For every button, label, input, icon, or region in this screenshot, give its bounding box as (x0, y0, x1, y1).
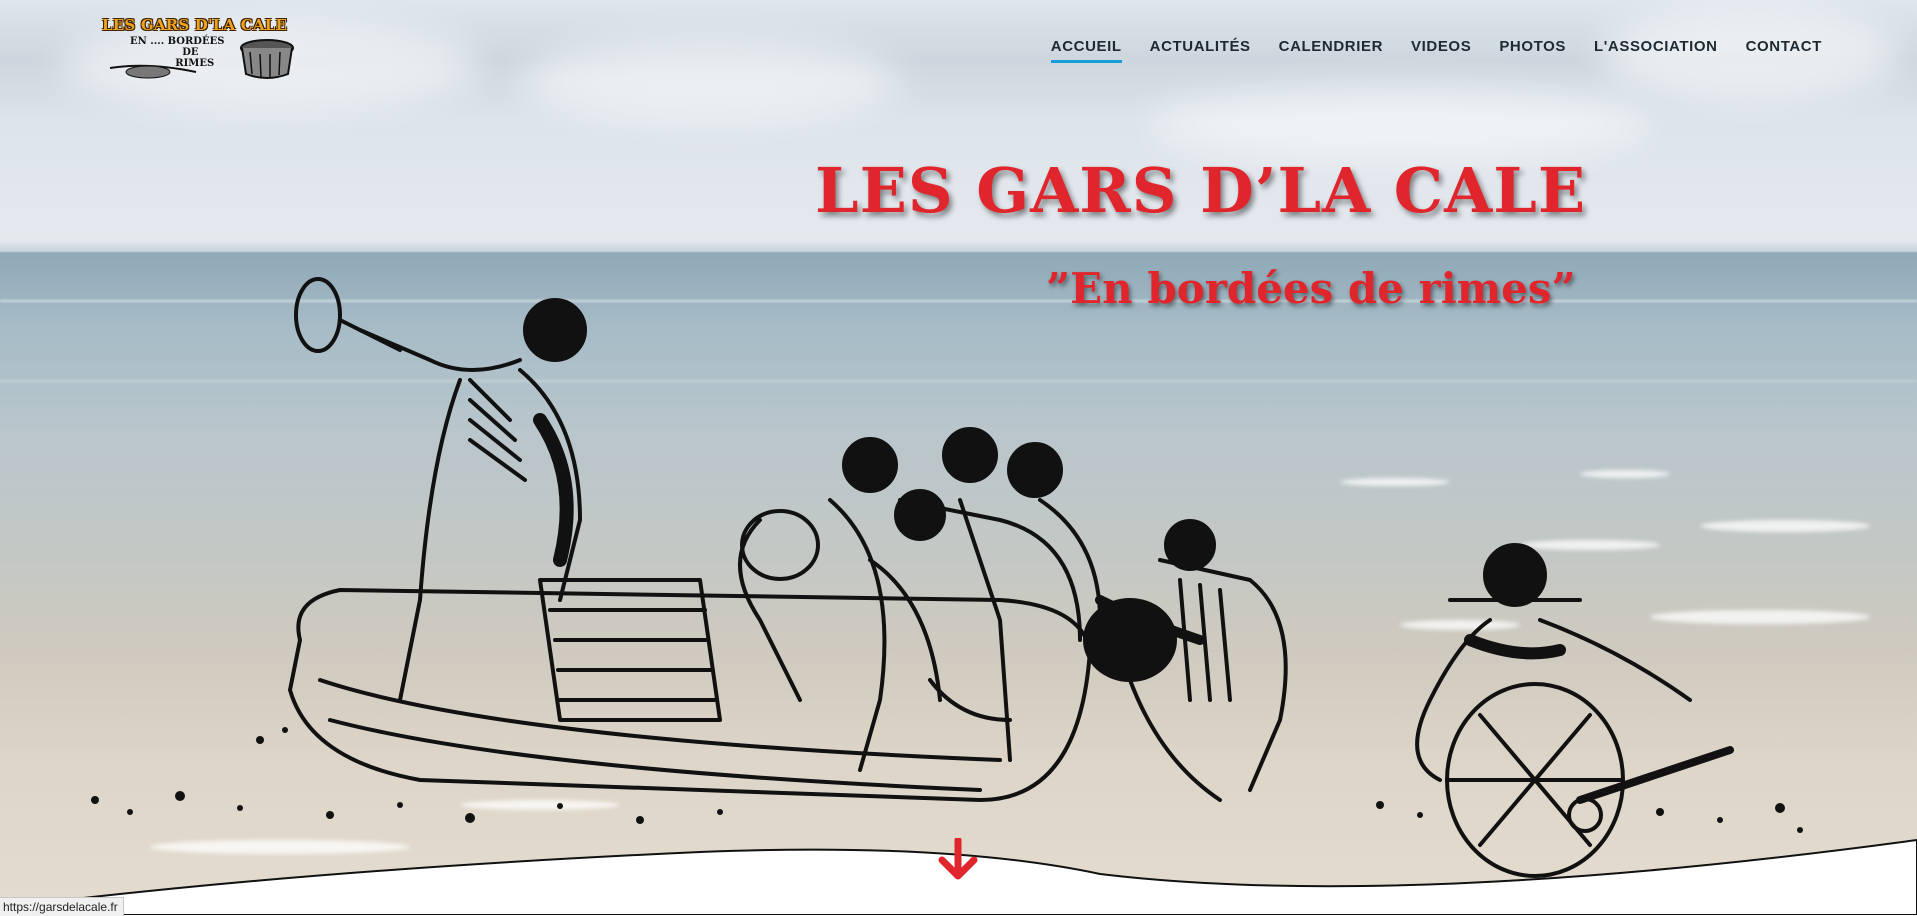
nav-item-photos[interactable]: PHOTOS (1499, 38, 1566, 63)
hero-subtitle: ”En bordées de rimes” (1046, 264, 1576, 313)
logo-title: LES GARS D'LA CALE (102, 16, 288, 34)
drum-logo-icon (240, 39, 294, 79)
site-logo[interactable]: LES GARS D'LA CALE EN .... BORDÉES DE RI… (100, 16, 296, 82)
hero-title: LES GARS D’LA CALE (815, 154, 1587, 227)
nav-item-accueil[interactable]: ACCUEIL (1050, 38, 1122, 63)
main-nav: ACCUEIL ACTUALITÉS CALENDRIER VIDEOS PHO… (1023, 38, 1822, 63)
band-boat-illustration (91, 277, 1803, 878)
status-bar-url: https://garsdelacale.fr (0, 897, 124, 916)
nav-item-association[interactable]: L'ASSOCIATION (1594, 38, 1718, 63)
nav-item-calendrier[interactable]: CALENDRIER (1279, 38, 1383, 63)
arrow-down-icon[interactable] (936, 838, 980, 882)
nav-item-contact[interactable]: CONTACT (1746, 38, 1822, 63)
nav-item-actualites[interactable]: ACTUALITÉS (1150, 38, 1251, 63)
nav-item-videos[interactable]: VIDEOS (1411, 38, 1471, 63)
boat-logo-icon (109, 64, 197, 79)
